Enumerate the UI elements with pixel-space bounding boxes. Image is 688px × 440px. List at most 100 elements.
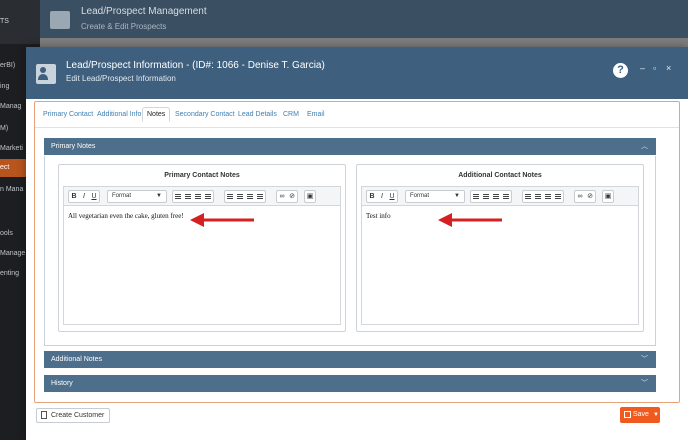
history-panel-title: History — [51, 380, 73, 387]
caret-down-icon: ▼ — [454, 193, 460, 199]
minimize-icon[interactable]: – — [640, 63, 645, 73]
tab-additional-info[interactable]: Additional Info — [97, 111, 141, 118]
caret-down-icon: ▼ — [653, 412, 659, 418]
modal-header[interactable]: Lead/Prospect Information - (ID#: 1066 -… — [26, 47, 688, 99]
additional-notes-panel-header[interactable]: Additional Notes ﹀ — [44, 351, 656, 368]
save-label: Save — [633, 411, 649, 418]
background-sidebar-item[interactable]: Manage — [0, 250, 25, 257]
background-header-title: Lead/Prospect Management — [81, 6, 207, 17]
format-select-value: Format — [410, 193, 430, 199]
lead-info-modal: Lead/Prospect Information - (ID#: 1066 -… — [26, 47, 688, 440]
additional-contact-notes-title: Additional Contact Notes — [458, 172, 542, 179]
tab-lead-details[interactable]: Lead Details — [238, 111, 277, 118]
maximize-icon[interactable]: ▫ — [653, 63, 656, 73]
link-icon[interactable]: ∞ — [575, 191, 585, 202]
background-sidebar-top: TS — [0, 0, 40, 44]
tab-crm[interactable]: CRM — [283, 111, 299, 118]
indent-icon[interactable] — [543, 191, 553, 202]
align-center-icon[interactable] — [481, 191, 491, 202]
close-icon[interactable]: × — [666, 63, 671, 73]
create-customer-button[interactable]: Create Customer — [36, 408, 111, 423]
outdent-icon[interactable] — [255, 191, 265, 202]
align-justify-icon[interactable] — [501, 191, 511, 202]
modal-content: Primary Contact Additional Info Notes Se… — [34, 101, 680, 403]
align-group — [470, 190, 512, 203]
list-group — [522, 190, 564, 203]
tab-divider — [35, 127, 679, 128]
unlink-icon[interactable]: ⊘ — [287, 191, 297, 202]
unlink-icon[interactable]: ⊘ — [585, 191, 595, 202]
numbered-list-icon[interactable] — [235, 191, 245, 202]
primary-contact-notes-title: Primary Contact Notes — [164, 172, 240, 179]
bold-button[interactable]: B — [69, 191, 79, 202]
bullet-list-icon[interactable] — [523, 191, 533, 202]
align-left-icon[interactable] — [471, 191, 481, 202]
background-sidebar-item[interactable]: enting — [0, 270, 19, 277]
annotation-arrow-icon — [190, 213, 254, 227]
underline-button[interactable]: U — [387, 191, 397, 202]
additional-contact-notes-editor: Additional Contact Notes B I U Format ▼ — [356, 164, 644, 332]
image-icon[interactable]: ▣ — [603, 191, 613, 202]
link-group: ∞ ⊘ — [574, 190, 596, 203]
tab-email[interactable]: Email — [307, 111, 325, 118]
numbered-list-icon[interactable] — [533, 191, 543, 202]
primary-notes-panel-body: Primary Contact Notes B I U Format ▼ ∞ ⊘… — [44, 156, 656, 346]
background-header-subtitle: Create & Edit Prospects — [81, 22, 167, 31]
background-sidebar-item[interactable]: ing — [0, 83, 9, 90]
background-sidebar-heading: TS — [0, 18, 9, 25]
additional-notes-panel-title: Additional Notes — [51, 356, 102, 363]
background-header: Lead/Prospect Management Create & Edit P… — [40, 0, 688, 38]
background-header-avatar-icon — [50, 11, 70, 29]
link-icon[interactable]: ∞ — [277, 191, 287, 202]
additional-notes-text: Test info — [366, 212, 391, 220]
primary-notes-panel-title: Primary Notes — [51, 143, 96, 150]
image-group: ▣ — [304, 190, 316, 203]
contact-card-icon — [36, 64, 64, 94]
indent-icon[interactable] — [245, 191, 255, 202]
document-icon — [41, 411, 47, 419]
format-select-value: Format — [112, 193, 132, 199]
bold-button[interactable]: B — [367, 191, 377, 202]
primary-notes-panel-header[interactable]: Primary Notes ︿ — [44, 138, 656, 155]
italic-button[interactable]: I — [79, 191, 89, 202]
align-right-icon[interactable] — [193, 191, 203, 202]
tab-bar: Primary Contact Additional Info Notes Se… — [35, 102, 679, 130]
format-select[interactable]: Format ▼ — [107, 190, 167, 203]
tab-notes[interactable]: Notes — [142, 107, 171, 122]
tab-primary-contact[interactable]: Primary Contact — [43, 111, 93, 118]
align-group — [172, 190, 214, 203]
text-style-group: B I U — [68, 190, 100, 203]
italic-button[interactable]: I — [377, 191, 387, 202]
chevron-down-icon: ﹀ — [641, 356, 648, 363]
background-sidebar-item[interactable]: n Mana — [0, 186, 23, 193]
align-right-icon[interactable] — [491, 191, 501, 202]
save-icon — [624, 411, 631, 418]
chevron-up-icon: ︿ — [641, 143, 648, 150]
text-style-group: B I U — [366, 190, 398, 203]
create-customer-label: Create Customer — [51, 412, 105, 419]
primary-notes-text: All vegetarian even the cake, gluten fre… — [68, 212, 184, 220]
caret-down-icon: ▼ — [156, 193, 162, 199]
background-sidebar-item[interactable]: ools — [0, 230, 13, 237]
align-justify-icon[interactable] — [203, 191, 213, 202]
history-panel-header[interactable]: History ﹀ — [44, 375, 656, 392]
editor-toolbar: B I U Format ▼ ∞ ⊘ ▣ — [361, 186, 639, 206]
background-sidebar-item[interactable]: Marketi — [0, 145, 23, 152]
editor-toolbar: B I U Format ▼ ∞ ⊘ ▣ — [63, 186, 341, 206]
align-center-icon[interactable] — [183, 191, 193, 202]
tab-secondary-contact[interactable]: Secondary Contact — [175, 111, 235, 118]
bullet-list-icon[interactable] — [225, 191, 235, 202]
background-sidebar-item[interactable]: Manag — [0, 103, 21, 110]
underline-button[interactable]: U — [89, 191, 99, 202]
image-group: ▣ — [602, 190, 614, 203]
background-sidebar-item[interactable]: erBI) — [0, 62, 15, 69]
image-icon[interactable]: ▣ — [305, 191, 315, 202]
align-left-icon[interactable] — [173, 191, 183, 202]
format-select[interactable]: Format ▼ — [405, 190, 465, 203]
annotation-arrow-icon — [438, 213, 502, 227]
help-icon[interactable]: ? — [613, 63, 628, 78]
save-button[interactable]: Save ▼ — [620, 407, 660, 423]
outdent-icon[interactable] — [553, 191, 563, 202]
list-group — [224, 190, 266, 203]
background-sidebar-item[interactable]: M) — [0, 125, 8, 132]
